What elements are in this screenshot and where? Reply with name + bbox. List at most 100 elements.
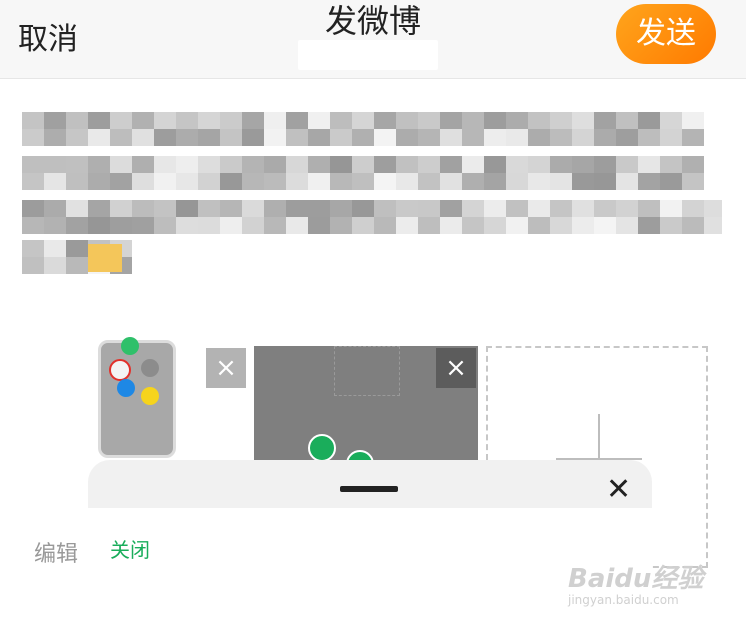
mosaic-tile	[44, 217, 66, 234]
mosaic-tile	[88, 217, 110, 234]
mosaic-tile	[682, 129, 704, 146]
mosaic-tile	[66, 129, 88, 146]
mosaic-tile	[506, 200, 528, 217]
mosaic-tile	[66, 156, 88, 173]
mosaic-tile	[374, 129, 396, 146]
mosaic-tile	[286, 217, 308, 234]
bottom-sheet: ✕ 关闭	[88, 460, 652, 636]
close-icon[interactable]: ×	[436, 348, 476, 388]
mosaic-tile	[638, 112, 660, 129]
send-button[interactable]: 发送	[616, 4, 716, 64]
sheet-grabber[interactable]	[340, 486, 398, 492]
mosaic-tile	[88, 173, 110, 190]
mosaic-tile	[198, 217, 220, 234]
mosaic-tile	[88, 112, 110, 129]
mosaic-tile	[330, 217, 352, 234]
mosaic-tile	[22, 112, 44, 129]
mosaic-tile	[132, 129, 154, 146]
mosaic-tile	[440, 200, 462, 217]
mosaic-tile	[22, 217, 44, 234]
mosaic-tile	[616, 156, 638, 173]
mosaic-tile	[594, 200, 616, 217]
mosaic-tile	[110, 156, 132, 173]
mosaic-tile	[462, 200, 484, 217]
mosaic-tile	[198, 156, 220, 173]
mosaic-tile	[286, 200, 308, 217]
mosaic-tile	[484, 200, 506, 217]
mosaic-tile	[396, 156, 418, 173]
mosaic-tile	[198, 173, 220, 190]
phone-thumbnail	[98, 337, 176, 458]
mosaic-tile	[22, 129, 44, 146]
mosaic-tile	[352, 112, 374, 129]
mosaic-tile	[660, 217, 682, 234]
close-icon[interactable]: ×	[206, 348, 246, 388]
mosaic-tile	[396, 173, 418, 190]
mosaic-tile	[506, 173, 528, 190]
mosaic-tile	[440, 217, 462, 234]
mosaic-tile	[352, 200, 374, 217]
mosaic-tile	[638, 129, 660, 146]
mosaic-tile	[220, 112, 242, 129]
mosaic-tile	[528, 217, 550, 234]
mosaic-tile	[176, 217, 198, 234]
mosaic-tile	[44, 257, 66, 274]
close-link[interactable]: 关闭	[110, 534, 150, 563]
mosaic-tile	[198, 112, 220, 129]
mosaic-tile	[132, 156, 154, 173]
mosaic-tile	[594, 112, 616, 129]
mosaic-tile	[616, 129, 638, 146]
mosaic-tile	[550, 200, 572, 217]
mosaic-tile	[682, 173, 704, 190]
mosaic-tile	[242, 129, 264, 146]
post-text-area-redacted[interactable]	[22, 112, 726, 282]
mosaic-tile	[594, 173, 616, 190]
mosaic-tile	[154, 173, 176, 190]
mosaic-tile	[550, 112, 572, 129]
mosaic-tile	[264, 156, 286, 173]
mosaic-tile	[374, 200, 396, 217]
mosaic-tile	[22, 240, 44, 257]
app-icon	[121, 337, 139, 355]
mosaic-tile	[88, 200, 110, 217]
close-icon[interactable]: ✕	[606, 472, 631, 507]
mosaic-tile	[176, 112, 198, 129]
mosaic-tile	[264, 129, 286, 146]
mosaic-tile	[440, 156, 462, 173]
mosaic-tile	[154, 129, 176, 146]
mosaic-tile	[88, 129, 110, 146]
mosaic-tile	[220, 200, 242, 217]
mosaic-tile	[110, 173, 132, 190]
mosaic-tile	[418, 156, 440, 173]
mosaic-tile	[462, 156, 484, 173]
mosaic-tile	[242, 173, 264, 190]
mosaic-tile	[484, 156, 506, 173]
mosaic-tile	[550, 173, 572, 190]
mosaic-tile	[374, 112, 396, 129]
mosaic-tile	[572, 217, 594, 234]
mosaic-tile	[330, 173, 352, 190]
mosaic-tile	[352, 129, 374, 146]
mosaic-tile	[66, 257, 88, 274]
mosaic-tile	[682, 200, 704, 217]
plus-icon	[598, 414, 600, 460]
mosaic-tile	[176, 129, 198, 146]
app-icon	[141, 387, 159, 405]
mosaic-tile	[572, 112, 594, 129]
app-icon	[141, 359, 159, 377]
mosaic-tile	[616, 200, 638, 217]
mosaic-tile	[550, 129, 572, 146]
mosaic-tile	[110, 200, 132, 217]
mosaic-tile	[528, 156, 550, 173]
mosaic-tile	[22, 200, 44, 217]
mosaic-tile	[154, 200, 176, 217]
mosaic-tile	[616, 112, 638, 129]
mosaic-tile	[220, 173, 242, 190]
mosaic-tile	[418, 173, 440, 190]
mosaic-tile	[682, 217, 704, 234]
mosaic-tile	[242, 217, 264, 234]
mosaic-tile	[594, 156, 616, 173]
mosaic-tile	[330, 156, 352, 173]
mosaic-tile	[616, 217, 638, 234]
mosaic-tile	[154, 156, 176, 173]
